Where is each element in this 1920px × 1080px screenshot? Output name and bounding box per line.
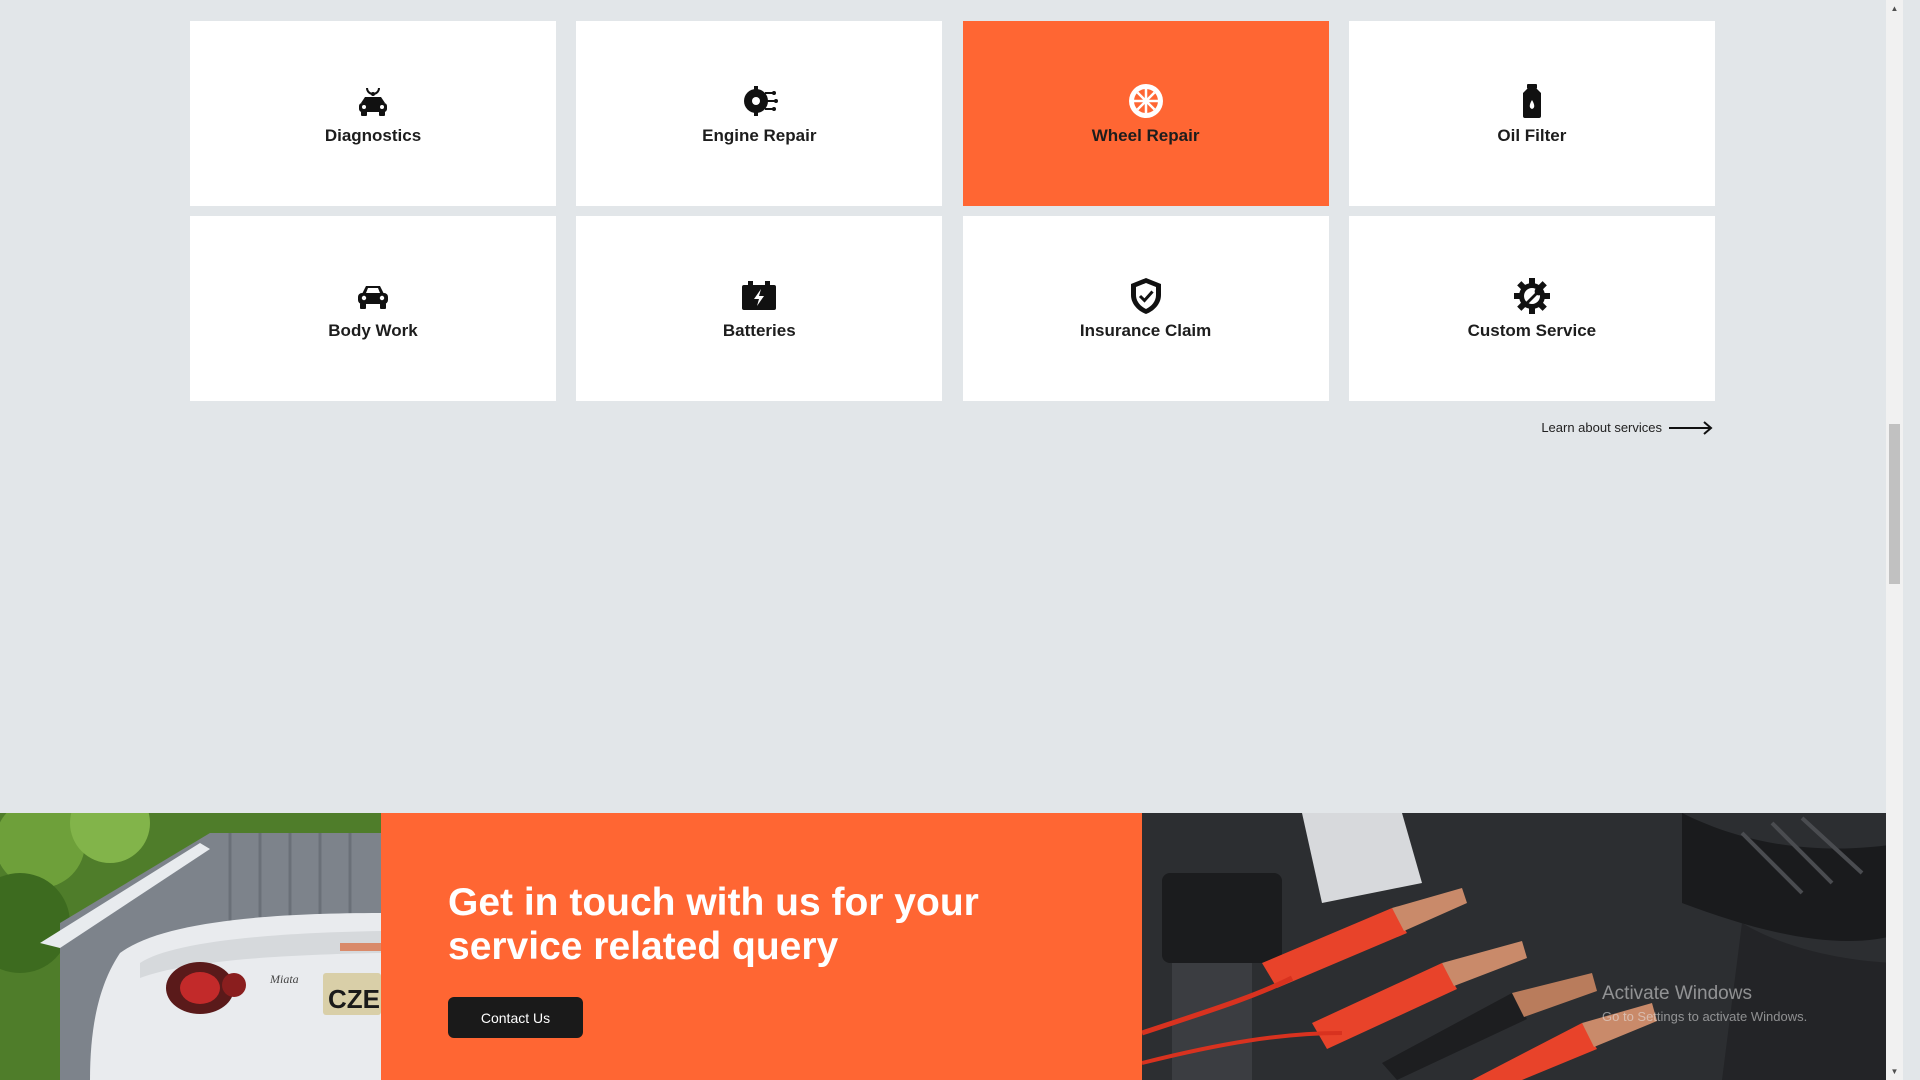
service-card-engine-repair[interactable]: Engine Repair <box>576 21 943 206</box>
service-label: Insurance Claim <box>1079 321 1212 340</box>
car-icon <box>358 286 388 309</box>
shield-check-icon <box>1130 278 1161 314</box>
windows-activation-watermark: Activate Windows Go to Settings to activ… <box>1602 983 1807 1024</box>
long-arrow-right-icon <box>1669 420 1713 435</box>
jumper-cables-illustration <box>1142 813 1903 1080</box>
jumper-cables-photo: Activate Windows Go to Settings to activ… <box>1142 813 1903 1080</box>
service-card-wheel-repair[interactable]: Wheel Repair <box>962 21 1329 206</box>
car-rear-illustration: CZE Miata <box>0 813 381 1080</box>
service-label: Engine Repair <box>702 126 817 145</box>
svg-text:Miata: Miata <box>269 972 299 986</box>
service-label: Wheel Repair <box>1091 126 1200 145</box>
service-card-body-work[interactable]: Body Work <box>190 216 556 401</box>
service-card-diagnostics[interactable]: Diagnostics <box>190 21 556 206</box>
service-card-oil-filter[interactable]: Oil Filter <box>1348 21 1715 206</box>
watermark-title: Activate Windows <box>1602 983 1752 1004</box>
battery-icon <box>742 281 777 310</box>
scroll-up-arrow-icon[interactable]: ▲ <box>1886 0 1903 17</box>
watermark-subtitle: Go to Settings to activate Windows. <box>1602 1009 1808 1024</box>
cta-heading: Get in touch with us for your service re… <box>448 881 979 968</box>
gear-wrench-icon <box>1513 278 1550 314</box>
scroll-down-arrow-icon[interactable]: ▼ <box>1886 1063 1903 1080</box>
vertical-scrollbar[interactable]: ▲ ▼ <box>1886 0 1903 1080</box>
page: Diagnostics Engine Repair Wheel Repair O… <box>0 0 1903 1080</box>
service-label: Batteries <box>722 321 796 340</box>
service-card-custom-service[interactable]: Custom Service <box>1348 216 1715 401</box>
contact-us-button[interactable]: Contact Us <box>448 997 583 1038</box>
service-label: Oil Filter <box>1497 126 1567 145</box>
svg-text:CZE: CZE <box>328 984 380 1014</box>
service-label: Body Work <box>328 321 418 340</box>
service-label: Custom Service <box>1467 321 1597 340</box>
wheel-icon <box>1128 84 1163 118</box>
car-diagnostics-icon <box>359 87 387 116</box>
learn-link-label: Learn about services <box>1541 420 1662 435</box>
engine-icon <box>744 86 779 116</box>
service-card-insurance-claim[interactable]: Insurance Claim <box>962 216 1329 401</box>
services-grid: Diagnostics Engine Repair Wheel Repair O… <box>190 21 1715 401</box>
service-card-batteries[interactable]: Batteries <box>576 216 943 401</box>
scrollbar-thumb[interactable] <box>1889 424 1900 584</box>
service-label: Diagnostics <box>324 126 422 145</box>
learn-about-services-link[interactable]: Learn about services <box>1541 420 1713 435</box>
car-rear-photo: CZE Miata <box>0 813 381 1080</box>
cta-panel: Get in touch with us for your service re… <box>381 813 1142 1080</box>
contact-cta-section: CZE Miata Get in touch with us for your … <box>0 813 1903 1080</box>
oil-can-icon <box>1522 84 1541 118</box>
